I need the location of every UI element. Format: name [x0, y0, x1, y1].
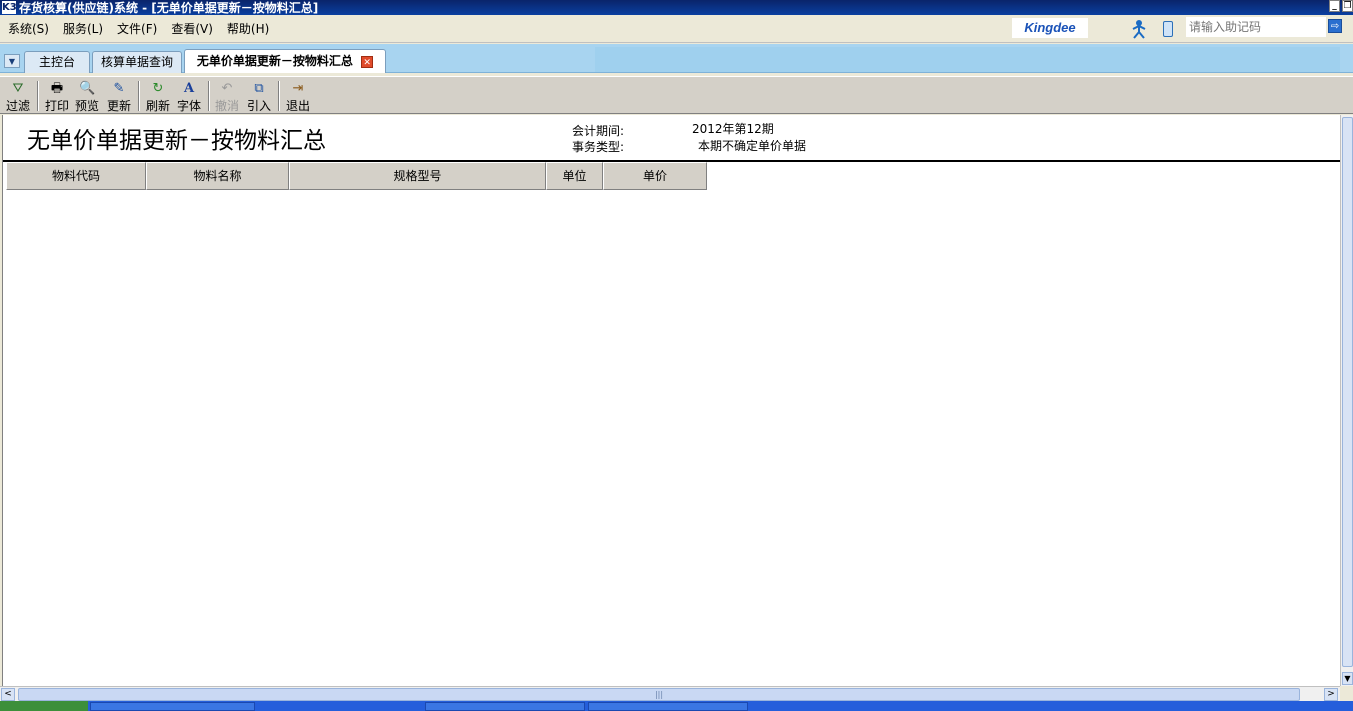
filter-icon: ⛛	[12, 81, 24, 96]
toolbar: ⛛ 过滤 🖶 打印 🔍 预览 ✎ 更新 ↻ 刷新 A 字体 ↶ 撤消 ⧉ 引入 …	[0, 76, 1353, 114]
column-spec-model[interactable]: 规格型号	[289, 162, 546, 190]
tab-strip: ▼ 主控台 核算单据查询 无单价单据更新－按物料汇总 ✕	[0, 44, 1353, 73]
transaction-type-value: 本期不确定单价单据	[698, 139, 807, 153]
preview-icon: 🔍	[79, 81, 96, 96]
import-label: 引入	[246, 99, 271, 113]
filter-label: 过滤	[5, 99, 30, 113]
update-label: 更新	[106, 99, 131, 113]
refresh-icon: ↻	[152, 81, 164, 96]
window-controls: _ ❐	[1329, 0, 1353, 12]
column-unit[interactable]: 单位	[546, 162, 603, 190]
print-button[interactable]: 🖶 打印	[43, 79, 71, 113]
column-material-code[interactable]: 物料代码	[6, 162, 146, 190]
column-unit-price[interactable]: 单价	[603, 162, 707, 190]
search-input[interactable]	[1186, 17, 1326, 37]
import-icon: ⧉	[254, 81, 264, 96]
tab-strip-fill	[595, 47, 1340, 72]
update-button[interactable]: ✎ 更新	[105, 79, 133, 113]
taskbar-item[interactable]	[90, 702, 255, 711]
report-content: 无单价单据更新－按物料汇总 会计期间: 2012年第12期 事务类型: 本期不确…	[2, 115, 1341, 686]
vertical-scroll-thumb[interactable]	[1342, 117, 1353, 667]
horizontal-scroll-thumb[interactable]: |||	[18, 688, 1300, 701]
refresh-label: 刷新	[145, 99, 170, 113]
undo-label: 撤消	[214, 99, 239, 113]
kingdee-logo: Kingdee	[1012, 18, 1088, 38]
horizontal-scrollbar[interactable]: < ||| >	[0, 686, 1340, 701]
exit-icon: ⇥	[292, 81, 304, 96]
menu-service[interactable]: 服务(L)	[63, 20, 103, 37]
exit-label: 退出	[285, 99, 310, 113]
search-go-icon[interactable]: ⇨	[1328, 19, 1342, 33]
tab-main-console[interactable]: 主控台	[24, 51, 90, 73]
grid-header: 物料代码 物料名称 规格型号 单位 单价	[6, 162, 707, 190]
print-icon: 🖶	[50, 81, 64, 96]
toolbar-separator	[37, 81, 39, 111]
restore-button[interactable]: ❐	[1342, 0, 1353, 12]
people-icon[interactable]	[1130, 19, 1148, 39]
undo-button[interactable]: ↶ 撤消	[213, 79, 241, 113]
font-button[interactable]: A 字体	[175, 79, 203, 113]
minimize-button[interactable]: _	[1329, 0, 1340, 12]
window-title: 存货核算(供应链)系统 - [无单价单据更新－按物料汇总]	[19, 1, 319, 15]
taskbar-item[interactable]	[425, 702, 585, 711]
scroll-right-arrow-icon[interactable]: >	[1324, 688, 1338, 701]
start-button[interactable]	[0, 701, 88, 711]
font-label: 字体	[176, 99, 201, 113]
tab-price-update[interactable]: 无单价单据更新－按物料汇总 ✕	[184, 49, 386, 73]
preview-button[interactable]: 🔍 预览	[73, 79, 101, 113]
font-icon: A	[183, 81, 195, 96]
period-value: 2012年第12期	[692, 122, 774, 136]
menu-view[interactable]: 查看(V)	[171, 20, 213, 37]
tab-close-icon[interactable]: ✕	[361, 55, 374, 68]
update-icon: ✎	[113, 81, 125, 96]
toolbar-separator	[138, 81, 140, 111]
scroll-down-arrow-icon[interactable]: ▼	[1342, 672, 1353, 685]
tab-label: 无单价单据更新－按物料汇总	[196, 54, 353, 68]
refresh-button[interactable]: ↻ 刷新	[144, 79, 172, 113]
menu-file[interactable]: 文件(F)	[117, 20, 157, 37]
taskbar-item[interactable]	[588, 702, 748, 711]
app-logo-icon: K3	[2, 1, 17, 14]
menu-system[interactable]: 系统(S)	[8, 20, 49, 37]
window-titlebar: K3 存货核算(供应链)系统 - [无单价单据更新－按物料汇总] _ ❐	[0, 0, 1353, 15]
taskbar	[0, 701, 1353, 711]
filter-button[interactable]: ⛛ 过滤	[4, 79, 32, 113]
preview-label: 预览	[74, 99, 99, 113]
tab-document-query[interactable]: 核算单据查询	[92, 51, 182, 73]
tab-label: 核算单据查询	[100, 55, 173, 69]
period-label: 会计期间:	[572, 124, 625, 138]
report-title: 无单价单据更新－按物料汇总	[27, 128, 326, 154]
scroll-left-arrow-icon[interactable]: <	[1, 688, 15, 701]
scrollbar-corner	[1340, 686, 1353, 701]
mobile-icon[interactable]	[1163, 21, 1173, 37]
menubar: 系统(S) 服务(L) 文件(F) 查看(V) 帮助(H) Kingdee ⇨	[0, 15, 1353, 43]
import-button[interactable]: ⧉ 引入	[245, 79, 273, 113]
undo-icon: ↶	[221, 81, 233, 96]
vertical-scrollbar[interactable]: ▼	[1340, 115, 1353, 686]
column-material-name[interactable]: 物料名称	[146, 162, 289, 190]
toolbar-separator	[208, 81, 210, 111]
exit-button[interactable]: ⇥ 退出	[284, 79, 312, 113]
tab-label: 主控台	[38, 55, 75, 69]
toolbar-separator	[278, 81, 280, 111]
print-label: 打印	[44, 99, 69, 113]
tab-list-dropdown-icon[interactable]: ▼	[4, 54, 20, 68]
menu-help[interactable]: 帮助(H)	[227, 20, 269, 37]
transaction-type-label: 事务类型:	[572, 140, 625, 154]
